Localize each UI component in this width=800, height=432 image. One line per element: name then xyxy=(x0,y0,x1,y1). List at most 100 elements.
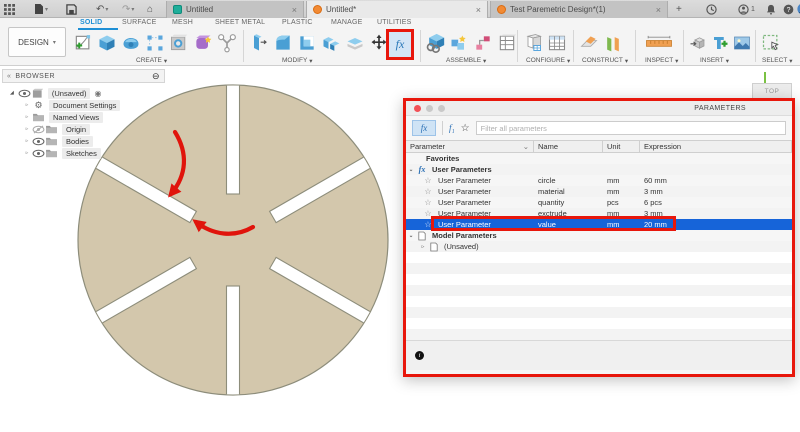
browser-item-bodies[interactable]: ▹ Bodies xyxy=(2,135,170,147)
favorites-star-icon[interactable]: ☆ xyxy=(461,123,470,134)
user-parameters-fx-button[interactable]: fx xyxy=(412,120,436,136)
mirror-icon[interactable] xyxy=(216,31,238,55)
ribbon-tab-plastic[interactable]: PLASTIC xyxy=(282,19,313,26)
tree-corner-icon[interactable]: ◢ xyxy=(10,90,14,96)
browser-item-sketches[interactable]: ▹ Sketches xyxy=(2,147,170,159)
insert-text-icon[interactable] xyxy=(710,31,730,55)
midplane-icon[interactable] xyxy=(602,31,624,55)
joint-icon[interactable] xyxy=(472,31,494,55)
measure-icon[interactable] xyxy=(643,31,675,55)
modify-group-label[interactable]: MODIFY ▾ xyxy=(282,57,313,65)
document-tab-untitled-active[interactable]: Untitled* × xyxy=(306,1,488,18)
close-tab-icon[interactable]: × xyxy=(468,5,481,15)
pattern-feature-icon[interactable] xyxy=(192,31,214,55)
notifications-bell-icon[interactable] xyxy=(766,1,776,17)
hole-icon[interactable] xyxy=(168,31,190,55)
insert-derive-icon[interactable] xyxy=(424,31,446,55)
ribbon-tab-surface[interactable]: SURFACE xyxy=(122,19,156,26)
help-icon[interactable]: ? xyxy=(783,1,794,17)
configuration-table-icon[interactable] xyxy=(546,31,568,55)
ribbon-tab-sheetmetal[interactable]: SHEET METAL xyxy=(215,19,265,26)
inspect-group-label[interactable]: INSPECT ▾ xyxy=(645,57,678,65)
favorite-star-icon[interactable]: ☆ xyxy=(422,187,434,196)
select-group-label[interactable]: SELECT ▾ xyxy=(762,57,793,65)
favorite-star-icon[interactable]: ☆ xyxy=(422,220,434,229)
activate-radio-icon[interactable]: ◉ xyxy=(94,89,101,98)
column-header-unit[interactable]: Unit xyxy=(603,141,640,152)
collapse-chevron-icon[interactable]: ⌄ xyxy=(406,167,416,173)
offset-plane-icon[interactable] xyxy=(578,31,600,55)
select-icon[interactable] xyxy=(760,31,782,55)
column-header-expression[interactable]: Expression xyxy=(640,141,792,152)
close-tab-icon[interactable]: × xyxy=(284,5,297,15)
construct-group-label[interactable]: CONSTRUCT ▾ xyxy=(582,57,628,65)
document-tab-untitled[interactable]: Untitled × xyxy=(166,1,304,18)
expand-chevron-icon[interactable]: ▹ xyxy=(418,244,428,250)
job-status-icon[interactable]: 1 xyxy=(738,1,755,17)
fillet-icon[interactable] xyxy=(272,31,294,55)
assemble-group-label[interactable]: ASSEMBLE ▾ xyxy=(446,57,486,65)
collapse-all-icon[interactable]: ⊖ xyxy=(152,71,160,82)
parameter-row-circle[interactable]: ☆ User Parameter circle mm 60 mm xyxy=(406,175,792,186)
collapse-panel-icon[interactable]: « xyxy=(7,73,11,80)
new-component-icon[interactable] xyxy=(448,31,470,55)
expand-chevron-icon[interactable]: ▹ xyxy=(22,138,32,144)
filter-parameters-input[interactable] xyxy=(475,121,786,135)
ribbon-tab-solid[interactable]: SOLID xyxy=(80,19,102,26)
favorite-star-icon[interactable]: ☆ xyxy=(422,209,434,218)
expand-chevron-icon[interactable]: ▹ xyxy=(22,126,32,132)
combine-icon[interactable] xyxy=(320,31,342,55)
ribbon-tab-mesh[interactable]: MESH xyxy=(172,19,193,26)
visibility-eye-icon[interactable] xyxy=(32,136,45,147)
favorite-star-icon[interactable]: ☆ xyxy=(422,176,434,185)
new-tab-button[interactable]: + xyxy=(676,1,682,17)
press-pull-icon[interactable] xyxy=(248,31,270,55)
favorite-star-icon[interactable]: ☆ xyxy=(422,198,434,207)
insert-group-label[interactable]: INSERT ▾ xyxy=(700,57,729,65)
redo-icon[interactable]: ↷ ▾ xyxy=(122,2,134,16)
minimize-window-icon[interactable] xyxy=(426,104,433,112)
browser-item-document-settings[interactable]: ▹ ⚙ Document Settings xyxy=(2,99,170,111)
column-header-parameter[interactable]: Parameter ⌄ xyxy=(406,141,534,152)
browser-root-row[interactable]: ◢ (Unsaved) ◉ xyxy=(2,87,170,99)
extrude-icon[interactable] xyxy=(96,31,118,55)
expand-chevron-icon[interactable]: ▹ xyxy=(22,102,32,108)
bom-table-icon[interactable] xyxy=(496,31,518,55)
info-icon[interactable]: i xyxy=(415,351,424,360)
save-icon[interactable] xyxy=(66,2,77,16)
collapse-chevron-icon[interactable]: ⌄ xyxy=(406,233,416,239)
create-sketch-icon[interactable] xyxy=(72,31,94,55)
home-icon[interactable]: ⌂ xyxy=(147,2,153,16)
visibility-eye-icon[interactable] xyxy=(18,88,31,99)
change-parameters-fx-button[interactable]: fx xyxy=(386,29,414,60)
parameter-row-material[interactable]: ☆ User Parameter material mm 3 mm xyxy=(406,186,792,197)
parameter-row-quantity[interactable]: ☆ User Parameter quantity pcs 6 pcs xyxy=(406,197,792,208)
close-tab-icon[interactable]: × xyxy=(648,5,661,15)
browser-header[interactable]: « BROWSER ⊖ xyxy=(2,69,165,83)
workspace-selector-design[interactable]: DESIGN ▾ xyxy=(8,27,66,57)
browser-item-named-views[interactable]: ▹ Named Views xyxy=(2,111,170,123)
insert-mesh-icon[interactable] xyxy=(688,31,708,55)
configuration-cube-icon[interactable] xyxy=(522,31,544,55)
expand-chevron-icon[interactable]: ▹ xyxy=(22,114,32,120)
document-tab-test-parametric[interactable]: Test Paremetric Design*(1) × xyxy=(490,1,668,18)
configure-group-label[interactable]: CONFIGURE ▾ xyxy=(526,57,570,65)
root-component-label[interactable]: (Unsaved) xyxy=(47,87,91,99)
split-body-icon[interactable] xyxy=(344,31,366,55)
column-header-name[interactable]: Name xyxy=(534,141,603,152)
ribbon-tab-utilities[interactable]: UTILITIES xyxy=(377,19,411,26)
expand-chevron-icon[interactable]: ▹ xyxy=(22,150,32,156)
visibility-eye-icon[interactable] xyxy=(32,148,45,159)
parameter-row-value-selected[interactable]: ☆ User Parameter value mm 20 mm xyxy=(406,219,792,230)
user-parameters-group-row[interactable]: ⌄ fx User Parameters xyxy=(406,164,792,175)
insert-image-icon[interactable] xyxy=(732,31,752,55)
history-icon[interactable] xyxy=(706,1,717,17)
app-grid-icon[interactable] xyxy=(4,2,15,16)
undo-icon[interactable]: ↶ ▾ xyxy=(96,2,108,16)
zoom-window-icon[interactable] xyxy=(438,104,445,112)
shell-icon[interactable] xyxy=(296,31,318,55)
close-window-icon[interactable] xyxy=(414,104,421,112)
pattern-sketch-icon[interactable] xyxy=(144,31,166,55)
ribbon-tab-manage[interactable]: MANAGE xyxy=(331,19,363,26)
browser-item-origin[interactable]: ▹ Origin xyxy=(2,123,170,135)
